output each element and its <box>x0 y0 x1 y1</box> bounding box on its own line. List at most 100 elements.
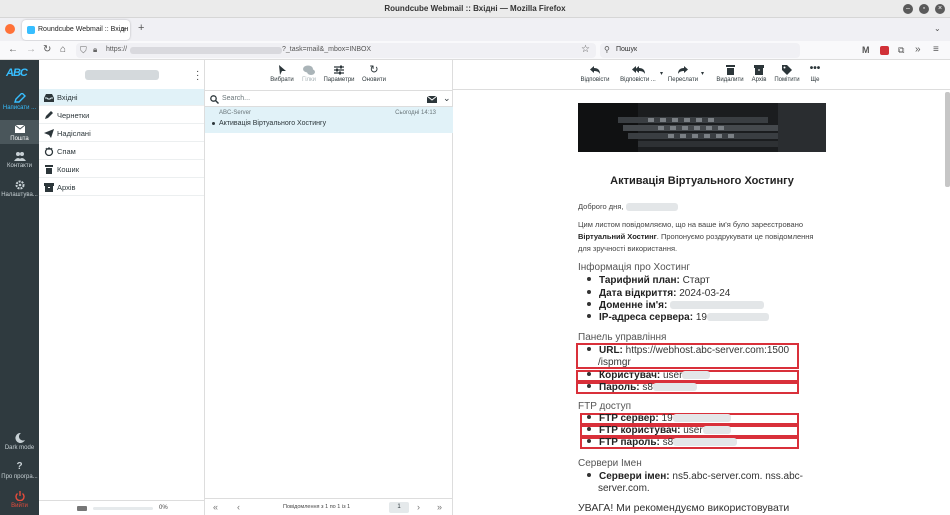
cursor-icon <box>279 65 286 75</box>
bookmark-star-icon[interactable]: ☆ <box>581 44 590 55</box>
folder-trash[interactable]: Кошик <box>39 161 204 178</box>
dark-mode-toggle[interactable]: Dark mode <box>0 433 39 457</box>
delete-button[interactable]: Видалити <box>715 65 745 83</box>
page-number[interactable]: 1 <box>389 502 409 513</box>
folder-sent[interactable]: Надіслані <box>39 125 204 142</box>
ublock-extension-icon[interactable] <box>880 46 889 55</box>
moon-icon <box>14 433 25 443</box>
window-title: Roundcube Webmail :: Вхідні — Mozilla Fi… <box>384 4 566 13</box>
close-tab-icon[interactable]: × <box>121 25 126 34</box>
url-text: https:// <box>106 46 128 53</box>
archive-icon <box>44 183 54 192</box>
folder-spam[interactable]: Спам <box>39 143 204 160</box>
url-item-continued: /ispmgr <box>598 357 631 368</box>
ftp-server-label: FTP сервер: <box>599 413 659 424</box>
more-label: Ще <box>810 77 820 83</box>
options-button[interactable]: Параметри <box>322 65 356 83</box>
user-redacted <box>682 371 711 380</box>
browser-search-bar[interactable]: ⚲ Пошук <box>600 43 800 58</box>
folder-label: Вхідні <box>57 93 78 102</box>
ip-label: IP-адреса сервера: <box>599 312 694 323</box>
back-icon[interactable]: ← <box>8 45 18 55</box>
folder-label: Чернетки <box>57 111 90 120</box>
home-icon[interactable]: ⌂ <box>60 45 66 55</box>
gmail-extension-icon[interactable]: M <box>862 45 870 55</box>
extensions-icon[interactable]: ⧉ <box>898 45 904 55</box>
reader-toolbar: Відповісти Відповісти ... ▾ Переслати ▾ … <box>453 60 950 90</box>
ftp-password-item: FTP пароль: s8 <box>587 437 738 448</box>
envelope-filter-icon[interactable] <box>427 96 437 103</box>
nav-about[interactable]: ? Про програ... <box>0 462 39 486</box>
more-dots-icon: ••• <box>809 63 821 74</box>
date-value: 2024-03-24 <box>679 288 731 299</box>
browser-tab-roundcube[interactable]: Roundcube Webmail :: Вхідн × <box>22 20 130 40</box>
close-window-icon[interactable]: × <box>935 4 945 14</box>
folder-actions-icon[interactable]: · · · <box>196 67 199 85</box>
reply-all-button[interactable]: Відповісти ... <box>617 65 659 83</box>
url-redacted <box>130 47 282 54</box>
tracking-shield-icon[interactable]: ⛉ <box>80 45 87 56</box>
folder-drafts[interactable]: Чернетки <box>39 107 204 124</box>
reader-scrollbar[interactable] <box>945 92 950 187</box>
folder-panel: · · · Вхідні Чернетки Надіслані Спам Кошик… <box>39 60 205 515</box>
list-all-tabs-icon[interactable]: ⌄ <box>934 24 941 33</box>
message-search[interactable]: Search... ⌄ <box>205 90 453 107</box>
message-subject: Активація Віртуального Хостингу <box>219 120 327 127</box>
threads-label: Гілки <box>301 77 317 83</box>
overflow-menu-icon[interactable]: » <box>915 45 921 55</box>
message-row[interactable]: ABC-Server Сьогодні 14:13 Активація Вірт… <box>205 107 453 133</box>
quota-percent: 0% <box>159 505 168 511</box>
first-page-icon[interactable]: « <box>213 502 218 512</box>
domain-redacted <box>670 301 765 310</box>
folder-archive[interactable]: Архів <box>39 179 204 196</box>
folder-inbox[interactable]: Вхідні <box>39 89 204 106</box>
ip-redacted <box>706 313 769 322</box>
next-page-icon[interactable]: › <box>417 502 420 512</box>
reply-all-dropdown-icon[interactable]: ▾ <box>660 70 663 77</box>
more-button[interactable]: ••• Ще <box>806 63 824 84</box>
select-button[interactable]: Вибрати <box>269 65 295 83</box>
app-navigation: ABC Написати ... Пошта Контакти Налаштув… <box>0 60 39 515</box>
last-page-icon[interactable]: » <box>437 502 442 512</box>
refresh-button[interactable]: ↻ Оновити <box>359 65 389 84</box>
new-tab-icon[interactable]: + <box>138 22 144 34</box>
tag-icon <box>782 65 792 75</box>
maximize-icon[interactable]: ▫ <box>919 4 929 14</box>
password-item: Пароль: s8 <box>587 382 697 393</box>
reply-button[interactable]: Відповісти <box>578 65 612 83</box>
nav-contacts[interactable]: Контакти <box>0 151 39 175</box>
minimize-icon[interactable]: – <box>903 4 913 14</box>
forward-dropdown-icon[interactable]: ▾ <box>701 70 704 77</box>
search-placeholder: Search... <box>222 95 251 102</box>
logout-button[interactable]: Вийти <box>0 491 39 515</box>
window-titlebar: Roundcube Webmail :: Вхідні — Mozilla Fi… <box>0 0 950 18</box>
ip-value: 19 <box>695 312 707 323</box>
previous-page-icon[interactable]: ‹ <box>237 502 240 512</box>
question-icon: ? <box>16 461 23 472</box>
email-intro: Цим листом повідомляємо, що на ваше ім'я… <box>578 219 826 255</box>
mark-button[interactable]: Помітити <box>771 65 803 83</box>
contacts-label: Контакти <box>7 163 32 169</box>
compose-button[interactable]: Написати ... <box>0 93 39 117</box>
ftp-heading: FTP доступ <box>578 401 631 412</box>
threads-button[interactable]: Гілки <box>298 65 320 83</box>
reply-all-icon <box>631 66 645 74</box>
trash-icon <box>45 165 53 174</box>
ftp-password-redacted <box>673 438 738 447</box>
forward-icon[interactable]: → <box>26 45 36 55</box>
password-value: s8 <box>642 382 653 393</box>
power-icon <box>14 491 25 501</box>
nav-settings[interactable]: Налаштува... <box>0 180 39 204</box>
url-bar[interactable]: ⛉ 🔒︎ https:// ?_task=mail&_mbox=INBOX ☆ <box>76 43 596 58</box>
nav-mail[interactable]: Пошта <box>0 120 39 144</box>
lock-icon[interactable]: 🔒︎ <box>93 45 97 55</box>
chevron-down-icon[interactable]: ⌄ <box>443 93 451 104</box>
forward-button[interactable]: Переслати <box>665 65 701 83</box>
ftp-user-redacted <box>702 426 731 435</box>
compose-icon <box>13 93 26 103</box>
reload-icon[interactable]: ↻ <box>43 45 51 55</box>
hamburger-menu-icon[interactable]: ≡ <box>933 45 939 55</box>
firefox-icon[interactable] <box>5 24 15 34</box>
sliders-icon <box>334 65 344 75</box>
archive-button[interactable]: Архів <box>748 65 770 83</box>
